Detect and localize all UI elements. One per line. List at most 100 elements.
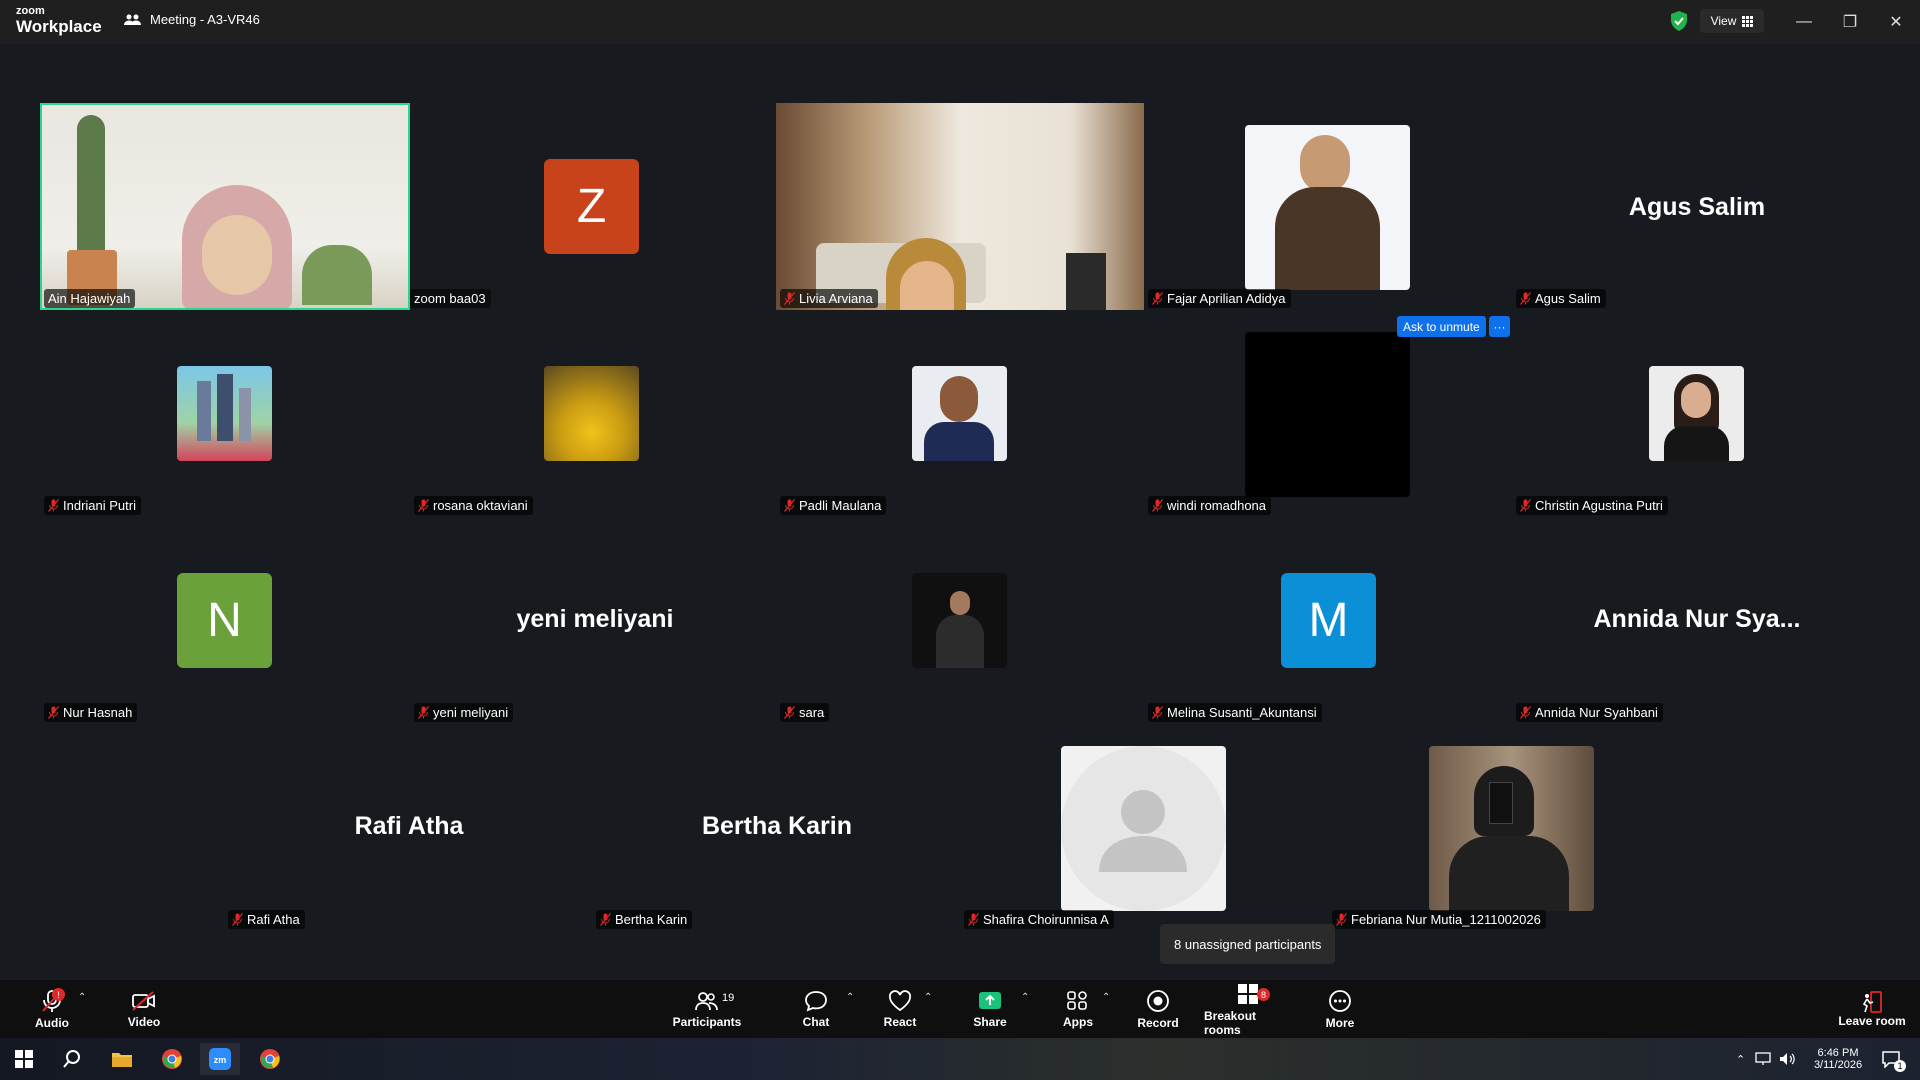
participant-tile[interactable]: Ain Hajawiyah (40, 103, 410, 310)
participant-name: Padli Maulana (780, 496, 887, 515)
participant-tile[interactable]: Z zoom baa03 (410, 103, 780, 310)
windows-icon (15, 1050, 33, 1068)
participant-tile[interactable]: Christin Agustina Putri (1512, 310, 1882, 517)
apps-label: Apps (1063, 1014, 1093, 1029)
name-text: rosana oktaviani (433, 498, 528, 513)
avatar: N (177, 573, 272, 668)
name-text: Febriana Nur Mutia_1211002026 (1351, 912, 1541, 927)
participant-name: windi romadhona (1148, 496, 1272, 515)
file-explorer-button[interactable] (102, 1043, 142, 1075)
heart-icon (888, 989, 912, 1011)
apps-icon (1067, 990, 1087, 1010)
participant-tile[interactable]: Fajar Aprilian Adidya (1144, 103, 1514, 310)
more-options-button[interactable]: ··· (1489, 316, 1510, 337)
more-button[interactable]: More (1316, 980, 1364, 1038)
record-label: Record (1137, 1015, 1179, 1030)
avatar: Z (544, 159, 639, 254)
participant-tile[interactable]: N Nur Hasnah (40, 517, 410, 724)
restore-button[interactable]: ❐ (1836, 8, 1864, 36)
participant-name: Febriana Nur Mutia_1211002026 (1332, 910, 1546, 929)
name-text: Ain Hajawiyah (48, 291, 131, 306)
view-button[interactable]: View (1700, 9, 1764, 33)
show-hidden-icons-chevron[interactable]: ⌃ (1736, 1053, 1745, 1066)
participant-tile[interactable]: Agus Salim Agus Salim (1512, 103, 1882, 310)
apps-button[interactable]: Apps (1054, 980, 1102, 1038)
participant-tile[interactable]: Annida Nur Sya... Annida Nur Syahbani (1512, 517, 1882, 724)
react-button[interactable]: React (876, 980, 924, 1038)
leave-room-button[interactable]: Leave room (1832, 980, 1912, 1038)
chrome-button[interactable] (152, 1043, 192, 1075)
participant-display-name: Annida Nur Sya... (1593, 605, 1801, 633)
participant-name: Shafira Choirunnisa A (964, 910, 1114, 929)
participant-name: Annida Nur Syahbani (1516, 703, 1663, 722)
gallery-view: Ain Hajawiyah Z zoom baa03 Livia Arviana… (0, 44, 1920, 980)
clock[interactable]: 6:46 PM 3/11/2026 (1808, 1038, 1868, 1080)
audio-options-caret[interactable]: ⌃ (78, 992, 86, 1003)
share-button[interactable]: Share (966, 980, 1014, 1038)
participant-tile[interactable]: Rafi Atha Rafi Atha (224, 724, 594, 931)
participant-tile[interactable]: M Melina Susanti_Akuntansi (1144, 517, 1514, 724)
participant-tile[interactable]: Padli Maulana (776, 310, 1146, 517)
participant-tile[interactable]: Indriani Putri (40, 310, 410, 517)
participant-tile[interactable]: rosana oktaviani (410, 310, 780, 517)
zoom-taskbar-button[interactable]: zm (200, 1043, 240, 1075)
chat-options-caret[interactable]: ⌃ (846, 992, 854, 1003)
record-icon (1147, 989, 1169, 1012)
logo-big-text: Workplace (16, 17, 102, 36)
windows-taskbar: zm ⌃ 6:46 PM 3/11/2026 1 (0, 1038, 1920, 1080)
participant-name: zoom baa03 (410, 289, 491, 308)
chrome-icon (162, 1049, 182, 1069)
more-dots-icon (1329, 989, 1351, 1012)
share-label: Share (973, 1014, 1007, 1029)
name-text: Padli Maulana (799, 498, 882, 513)
participant-display-name: yeni meliyani (516, 605, 674, 633)
mic-muted-icon (1520, 706, 1531, 719)
participant-tile[interactable]: Bertha Karin Bertha Karin (592, 724, 962, 931)
audio-button[interactable]: Audio (22, 980, 82, 1038)
mic-muted-icon (48, 706, 59, 719)
shield-check-icon[interactable] (1668, 10, 1690, 32)
participant-tile[interactable]: Febriana Nur Mutia_1211002026 (1328, 724, 1698, 931)
meeting-title[interactable]: Meeting - A3-VR46 (124, 12, 260, 27)
mic-muted-icon (600, 913, 611, 926)
participant-tile[interactable]: Livia Arviana (776, 103, 1146, 310)
participant-tile[interactable]: Shafira Choirunnisa A (960, 724, 1330, 931)
volume-icon[interactable] (1779, 1052, 1795, 1066)
participant-tile[interactable]: sara (776, 517, 1146, 724)
close-button[interactable]: ✕ (1882, 8, 1910, 36)
chat-button[interactable]: Chat (792, 980, 840, 1038)
search-button[interactable] (52, 1043, 92, 1075)
participant-tile[interactable]: windi romadhona (1144, 310, 1514, 517)
name-text: yeni meliyani (433, 705, 509, 720)
logo-small-text: zoom (16, 5, 45, 17)
video-button[interactable]: Video (114, 980, 174, 1038)
system-tray: ⌃ (1736, 1038, 1795, 1080)
record-button[interactable]: Record (1134, 980, 1182, 1038)
participants-group-icon (124, 14, 141, 25)
notification-center-button[interactable] (1876, 1038, 1906, 1080)
react-options-caret[interactable]: ⌃ (924, 992, 932, 1003)
participant-name: rosana oktaviani (414, 496, 533, 515)
mic-muted-icon (1152, 292, 1163, 305)
minimize-button[interactable]: — (1790, 8, 1818, 36)
chat-icon (805, 990, 827, 1011)
chrome-profile-button[interactable] (250, 1043, 290, 1075)
mic-muted-icon (1520, 499, 1531, 512)
mic-muted-icon (968, 913, 979, 926)
mic-muted-icon (48, 499, 59, 512)
ask-to-unmute-button[interactable]: Ask to unmute (1397, 316, 1486, 337)
notification-count-badge: 1 (1894, 1060, 1906, 1072)
participant-tile[interactable]: yeni meliyani yeni meliyani (410, 517, 780, 724)
share-options-caret[interactable]: ⌃ (1021, 992, 1029, 1003)
folder-icon (112, 1053, 132, 1067)
network-icon[interactable] (1755, 1052, 1771, 1066)
mic-muted-icon (784, 499, 795, 512)
apps-options-caret[interactable]: ⌃ (1102, 992, 1110, 1003)
meeting-title-text: Meeting - A3-VR46 (150, 12, 260, 27)
name-text: Agus Salim (1535, 291, 1601, 306)
participants-button[interactable]: Participants (666, 980, 748, 1038)
mic-muted-icon (232, 913, 243, 926)
start-button[interactable] (4, 1043, 44, 1075)
breakout-rooms-button[interactable]: Breakout rooms (1204, 980, 1292, 1038)
participant-name: Livia Arviana (780, 289, 878, 308)
